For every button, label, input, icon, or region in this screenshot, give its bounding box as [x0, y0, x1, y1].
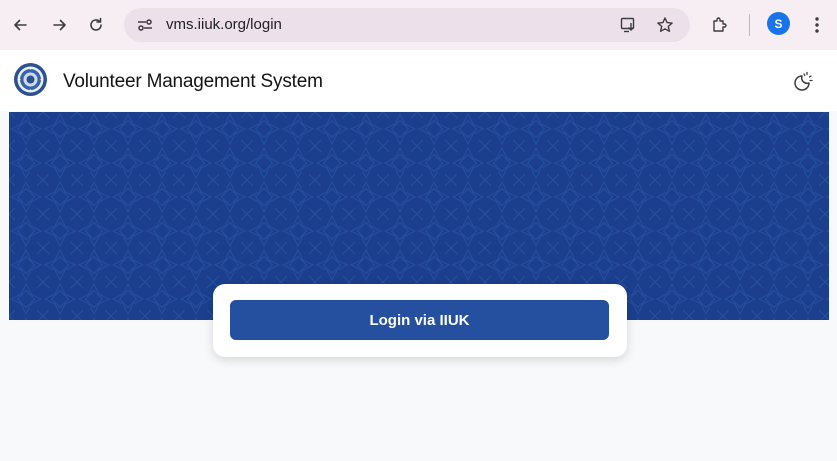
- login-via-iiuk-button[interactable]: Login via IIUK: [230, 300, 609, 340]
- extensions-puzzle-icon[interactable]: [709, 14, 731, 36]
- toolbar-divider: [749, 14, 750, 36]
- install-app-icon[interactable]: [618, 14, 640, 36]
- more-vert-icon[interactable]: [806, 14, 828, 36]
- iiuk-seal-logo[interactable]: [13, 62, 48, 97]
- app-header: Volunteer Management System: [0, 50, 837, 111]
- site-info-icon[interactable]: [134, 14, 156, 36]
- back-arrow-icon[interactable]: [6, 11, 34, 39]
- browser-toolbar: vms.iiuk.org/login S: [0, 0, 837, 50]
- forward-arrow-icon[interactable]: [46, 11, 74, 39]
- bookmark-star-icon[interactable]: [654, 14, 676, 36]
- address-bar[interactable]: vms.iiuk.org/login: [124, 8, 690, 42]
- reload-icon[interactable]: [82, 11, 110, 39]
- profile-avatar[interactable]: S: [767, 12, 790, 35]
- login-card: Login via IIUK: [213, 284, 627, 357]
- app-title: Volunteer Management System: [63, 71, 323, 92]
- theme-toggle-icon[interactable]: [790, 70, 814, 94]
- url-text[interactable]: vms.iiuk.org/login: [166, 16, 282, 33]
